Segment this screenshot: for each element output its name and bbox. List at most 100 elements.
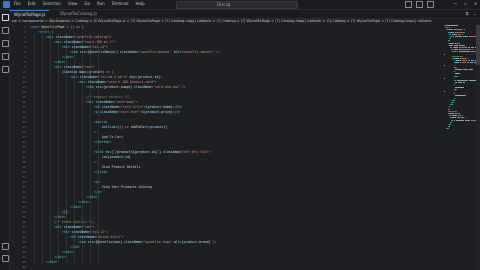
- minimap-line: [458, 69, 463, 70]
- code-token: .image}: [118, 85, 135, 89]
- code-token: ={() =>: [115, 125, 131, 129]
- menu-item-view[interactable]: View: [68, 1, 78, 6]
- minimap-line: [451, 33, 456, 35]
- minimap-line: [455, 60, 460, 62]
- menu-item-terminal[interactable]: Terminal: [112, 1, 129, 6]
- line-number: 35: [22, 195, 26, 199]
- code-token: className: [124, 240, 142, 244]
- menu-item-edit[interactable]: Edit: [28, 1, 36, 6]
- settings-gear-icon[interactable]: [2, 255, 9, 262]
- close-icon[interactable]: ✕: [474, 1, 477, 7]
- code-token: ))}: [62, 210, 68, 214]
- extensions-icon[interactable]: [2, 66, 9, 73]
- tab-wynoflixcatalog[interactable]: WynoflixCatalog.js: [56, 10, 101, 18]
- explorer-icon[interactable]: [2, 14, 9, 21]
- code-token: product: [136, 150, 150, 154]
- line-number: 45: [22, 245, 26, 249]
- code-token: </Link>: [94, 170, 108, 174]
- minimap-line: [451, 115, 456, 117]
- indent-guide: [34, 33, 35, 263]
- code-token: <div: [78, 80, 88, 84]
- code-token: >: [113, 40, 116, 44]
- minimap-line: [450, 31, 455, 33]
- code-token: Catalog: [63, 70, 78, 74]
- menu-item-go[interactable]: Go: [84, 1, 90, 6]
- minimap-line: [455, 29, 464, 31]
- breadcrumb[interactable]: src > components > Workspaces > Catalog …: [10, 19, 432, 24]
- search-icon[interactable]: [2, 27, 9, 34]
- code-token: WynoflixLogo: [97, 240, 121, 244]
- code-token: >: [106, 45, 109, 49]
- code-token: "wynoflix-banner": [139, 50, 172, 54]
- line-number: 16: [22, 100, 26, 104]
- toggle-panel-icon[interactable]: [416, 1, 423, 8]
- code-line: <img src={WynoflixLogo} className="wynof…: [78, 240, 216, 245]
- minimize-icon[interactable]: ─: [454, 1, 457, 7]
- code-line: View Product Details: [102, 165, 140, 170]
- code-token: </div>: [78, 200, 90, 204]
- command-center-search[interactable]: Discog: [176, 1, 298, 9]
- split-editor-icon[interactable]: ⧉: [466, 11, 469, 16]
- more-actions-icon[interactable]: …: [474, 11, 476, 16]
- code-token: = () => {: [64, 25, 84, 29]
- line-number: 41: [22, 225, 26, 229]
- maximize-icon[interactable]: ☐: [464, 1, 467, 7]
- code-token: "row": [82, 65, 93, 69]
- line-number: 44: [22, 240, 26, 244]
- code-token: addToCart: [130, 125, 149, 129]
- minimap-line: [461, 60, 468, 62]
- code-token: "card-img-top": [153, 85, 181, 89]
- line-number: 1: [24, 25, 26, 29]
- code-token: .price}: [159, 110, 173, 114]
- code-token: >: [154, 80, 157, 84]
- editor-scrollbar[interactable]: [476, 25, 480, 270]
- scrollbar-thumb[interactable]: [476, 25, 480, 65]
- menu-item-file[interactable]: File: [14, 1, 21, 6]
- source-control-icon[interactable]: [2, 40, 9, 47]
- line-number: 21: [22, 125, 26, 129]
- menu-item-run[interactable]: Run: [97, 1, 105, 6]
- line-number: 26: [22, 150, 26, 154]
- menu-item-help[interactable]: Help: [136, 1, 145, 6]
- line-number: 20: [22, 120, 26, 124]
- minimap-line: [458, 117, 465, 119]
- line-number: 11: [22, 75, 26, 79]
- minimap-line: [470, 60, 474, 62]
- minimap-line: [461, 58, 467, 59]
- editor-actions: ⧉ …: [466, 11, 476, 16]
- line-number: 47: [22, 255, 26, 259]
- minimap-line: [444, 53, 445, 55]
- minimap-line: [448, 27, 450, 29]
- line-number: 14: [22, 90, 26, 94]
- customize-layout-icon[interactable]: [427, 1, 434, 8]
- code-line: >: [94, 130, 96, 135]
- code-token: }: [128, 155, 131, 159]
- tab-wynoflixpage[interactable]: WynoflixPage.js: [10, 10, 50, 19]
- minimap-line: [458, 80, 465, 81]
- line-number: 23: [22, 135, 26, 139]
- code-editor[interactable]: const WynoflixPage = () => {return (<div…: [30, 25, 442, 270]
- minimap-line: [468, 69, 472, 70]
- code-token: <div: [70, 75, 80, 79]
- toggle-sidebar-icon[interactable]: [405, 1, 412, 8]
- code-token: product: [150, 125, 164, 129]
- code-token: </div>: [54, 255, 66, 259]
- code-token: return: [38, 30, 52, 34]
- menu-item-selection[interactable]: Selection: [42, 1, 60, 6]
- layout-controls: [405, 1, 434, 8]
- line-number: 17: [22, 105, 26, 109]
- minimap-line: [466, 51, 471, 53]
- line-number: 25: [22, 145, 26, 149]
- run-debug-icon[interactable]: [2, 53, 9, 60]
- minimap-line: [457, 115, 462, 117]
- code-token: <img: [86, 85, 96, 89]
- code-token: </h5>: [172, 105, 183, 109]
- code-token: className: [87, 80, 105, 84]
- account-icon[interactable]: [2, 243, 9, 250]
- minimap[interactable]: [444, 25, 480, 135]
- code-token: className: [101, 105, 119, 109]
- code-token: .brand}: [197, 240, 211, 244]
- code-token: WynoflixBanner: [89, 50, 117, 54]
- code-token: className: [55, 35, 73, 39]
- minimap-line: [455, 62, 460, 64]
